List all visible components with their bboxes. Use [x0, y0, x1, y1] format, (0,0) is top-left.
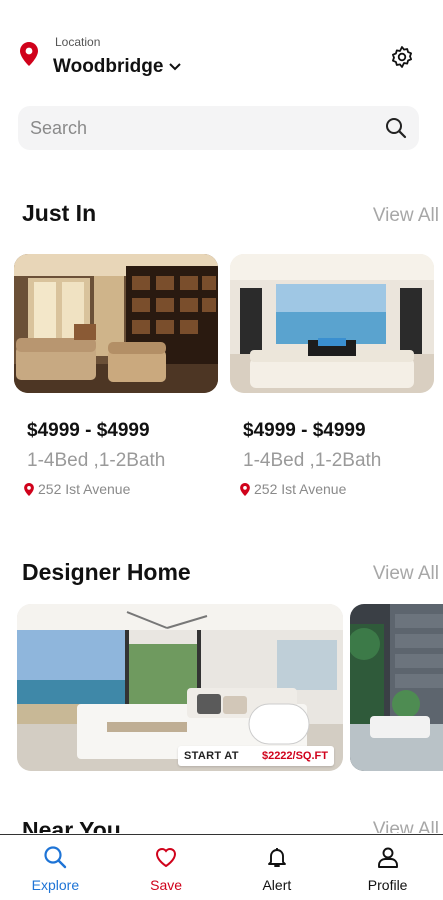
bottom-tab-bar: Explore Save Alert Profile — [0, 834, 443, 900]
badge-value: $2222/SQ.FT — [261, 750, 328, 762]
card-address-text-1: 252 Ist Avenue — [38, 481, 131, 497]
tab-label-profile: Profile — [367, 877, 408, 893]
view-all-just-in-link[interactable]: View All — [373, 205, 439, 227]
location-pin-icon — [24, 482, 34, 496]
card-price-2: $4999 - $4999 — [243, 420, 366, 441]
location-pin-icon — [20, 42, 38, 71]
location-pin-icon — [240, 482, 250, 496]
property-image-2[interactable] — [230, 254, 434, 393]
price-per-sqft-badge: START AT $2222/SQ.FT — [178, 746, 334, 766]
tab-label-save: Save — [150, 877, 183, 893]
tab-label-explore: Explore — [31, 877, 80, 893]
user-icon — [376, 845, 400, 874]
location-header: Location Woodbridge — [0, 0, 443, 100]
view-all-near-you-link[interactable]: View All — [373, 819, 439, 833]
heart-icon — [154, 845, 178, 874]
tab-profile[interactable]: Profile — [332, 835, 443, 900]
location-selector[interactable]: Woodbridge — [53, 56, 182, 78]
card-address-2: 252 Ist Avenue — [240, 481, 346, 497]
card-address-1: 252 Ist Avenue — [24, 481, 130, 497]
bell-icon — [265, 845, 289, 874]
designer-image-2[interactable] — [350, 604, 443, 771]
section-title-near-you: Near You — [22, 817, 121, 833]
tab-explore[interactable]: Explore — [0, 835, 111, 900]
card-price-1: $4999 - $4999 — [27, 420, 150, 441]
section-title-designer-home: Designer Home — [22, 559, 191, 585]
near-you-section: Near You View All — [0, 817, 443, 833]
card-beds-2: 1-4Bed ,1-2Bath — [243, 450, 382, 471]
gear-icon[interactable] — [390, 45, 414, 69]
card-address-text-2: 252 Ist Avenue — [254, 481, 347, 497]
search-bar[interactable] — [18, 106, 419, 150]
tab-alert[interactable]: Alert — [222, 835, 333, 900]
badge-label: START AT — [184, 750, 239, 762]
section-title-just-in: Just In — [22, 200, 97, 226]
card-beds-1: 1-4Bed ,1-2Bath — [27, 450, 166, 471]
search-icon — [43, 845, 67, 874]
chevron-down-icon — [169, 63, 182, 71]
search-input[interactable] — [30, 117, 385, 139]
tab-save[interactable]: Save — [111, 835, 222, 900]
view-all-designer-link[interactable]: View All — [373, 563, 439, 585]
property-image-1[interactable] — [14, 254, 218, 393]
location-value: Woodbridge — [53, 56, 164, 77]
tab-label-alert: Alert — [262, 877, 292, 893]
search-icon[interactable] — [385, 117, 407, 139]
location-label: Location — [55, 35, 101, 49]
